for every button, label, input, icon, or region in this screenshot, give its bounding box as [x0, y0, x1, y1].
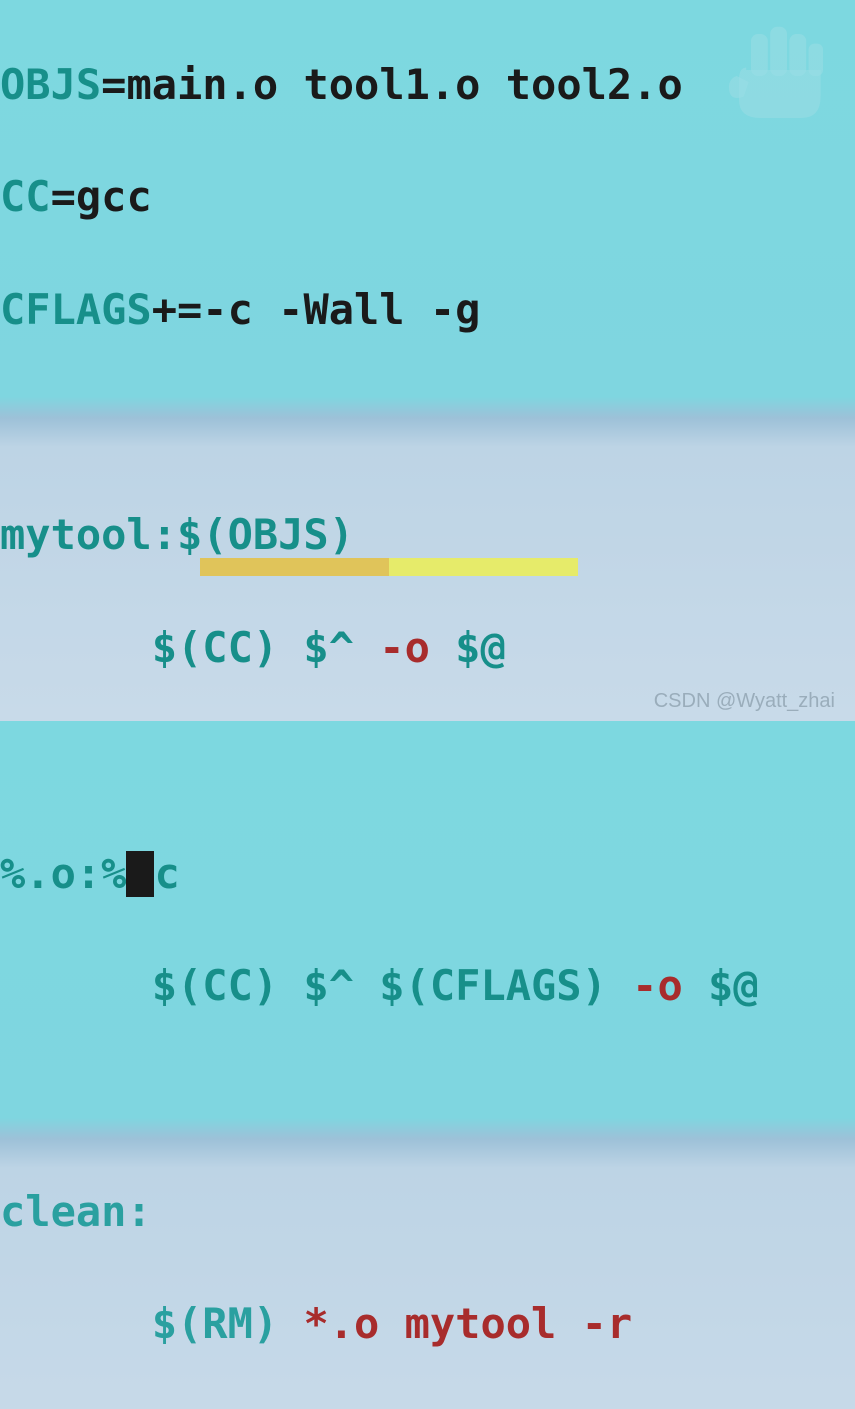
cursor [126, 851, 154, 897]
bar-segment-orange [200, 558, 389, 576]
code-line-7 [0, 733, 855, 789]
var-cc: CC [0, 172, 51, 221]
eq-3: += [152, 285, 203, 334]
code-line-10 [0, 1071, 855, 1127]
rm-cmd: $(RM) [152, 1299, 304, 1348]
rule-pattern-pre: %.o:% [0, 849, 126, 898]
code-line-11: clean: [0, 1184, 855, 1240]
cc-cmd-2: $(CC) $^ $(CFLAGS) [152, 961, 632, 1010]
eq-2: = [51, 172, 76, 221]
code-line-8: %.o:% c [0, 846, 855, 902]
indent-12 [0, 1299, 152, 1348]
code-line-2: CC=gcc [0, 169, 855, 225]
rm-args: *.o mytool -r [303, 1299, 632, 1348]
var-objs: OBJS [0, 60, 101, 109]
flag-o-1: -o [379, 623, 430, 672]
out-1: $@ [430, 623, 506, 672]
code-line-6: $(CC) $^ -o $@ [0, 620, 855, 676]
out-2: $@ [683, 961, 759, 1010]
color-bar-decoration [200, 558, 578, 576]
csdn-text-watermark: CSDN @Wyatt_zhai [654, 688, 835, 715]
flag-o-2: -o [632, 961, 683, 1010]
code-line-3: CFLAGS+=-c -Wall -g [0, 282, 855, 338]
eq-1: = [101, 60, 126, 109]
rule-pattern-post: c [154, 849, 179, 898]
code-line-5: mytool:$(OBJS) [0, 507, 855, 563]
code-line-9: $(CC) $^ $(CFLAGS) -o $@ [0, 958, 855, 1014]
code-line-12: $(RM) *.o mytool -r [0, 1296, 855, 1352]
rule-clean: clean: [0, 1187, 152, 1236]
var-cflags: CFLAGS [0, 285, 152, 334]
indent-6 [0, 623, 152, 672]
val-objs: main.o tool1.o tool2.o [126, 60, 682, 109]
code-line-4 [0, 395, 855, 451]
bar-segment-yellow [389, 558, 578, 576]
rule-mytool: mytool:$(OBJS) [0, 510, 354, 559]
val-cc: gcc [76, 172, 152, 221]
cc-cmd-1: $(CC) $^ [152, 623, 380, 672]
indent-9 [0, 961, 152, 1010]
code-line-1: OBJS=main.o tool1.o tool2.o [0, 57, 855, 113]
val-cflags: -c -Wall -g [202, 285, 480, 334]
